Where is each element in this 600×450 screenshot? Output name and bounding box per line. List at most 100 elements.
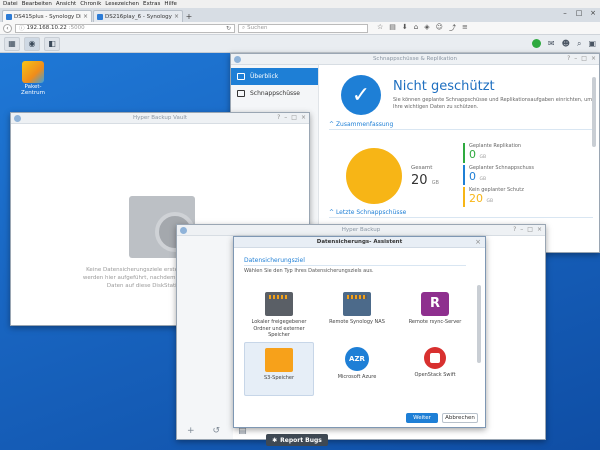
- cancel-button[interactable]: Abbrechen: [442, 413, 478, 423]
- package-center-icon: [22, 61, 44, 83]
- help-icon[interactable]: ?: [513, 226, 516, 233]
- bug-icon: ✱: [272, 436, 278, 444]
- scrollbar[interactable]: [477, 285, 481, 363]
- toolbar-icons: ☆ ▤ ⬇ ⌂ ◈ ☺ ⤴ ≡: [377, 23, 468, 33]
- azure-icon: AZR: [345, 347, 369, 371]
- sidebar-item-snapshots[interactable]: Schnappschüsse: [231, 85, 318, 102]
- close-icon[interactable]: ×: [301, 114, 306, 121]
- legend-unprotected: Kein geplanter Schutz 20 GB: [463, 187, 524, 207]
- close-icon[interactable]: ×: [475, 238, 481, 246]
- help-icon[interactable]: ?: [567, 55, 570, 62]
- legend-snapshot: Geplanter Schnappschuss 0 GB: [463, 165, 534, 185]
- share-icon[interactable]: ⤴: [449, 23, 456, 33]
- openstack-icon: [424, 347, 446, 369]
- desktop-icon-label: Paket- Zentrum: [21, 84, 45, 96]
- tab-ds415plus[interactable]: DS415plus - Synology Disk... ×: [2, 10, 92, 22]
- close-icon[interactable]: ×: [586, 8, 600, 20]
- hyper-backup-vault-taskbar-icon[interactable]: ◉: [24, 36, 40, 51]
- report-bugs-button[interactable]: ✱ Report Bugs: [266, 434, 328, 446]
- rsync-icon: R: [421, 292, 449, 316]
- total-value: 20 GB: [411, 173, 439, 188]
- summary-section-header[interactable]: ^ Zusammenfassung: [329, 121, 393, 128]
- synology-favicon-icon: [6, 13, 12, 20]
- s3-icon: [265, 348, 293, 372]
- menu-ansicht[interactable]: Ansicht: [56, 1, 76, 7]
- checkmark-shield-icon: ✓: [341, 75, 381, 115]
- scrollbar[interactable]: [592, 77, 596, 147]
- dsm-tray: ✉ ☻ ⌕ ▣: [531, 39, 596, 49]
- maximize-icon[interactable]: □: [291, 114, 297, 121]
- new-tab-button[interactable]: +: [184, 10, 194, 22]
- url-bar[interactable]: ⓘ 192.168.10.22:5000 ↻: [15, 23, 235, 33]
- package-center-desktop-icon[interactable]: Paket- Zentrum: [18, 61, 48, 96]
- menu-datei[interactable]: Datei: [3, 1, 18, 7]
- option-remote-synology[interactable]: Remote Synology NAS: [322, 287, 392, 341]
- bookmark-star-icon[interactable]: ☆: [377, 23, 383, 33]
- close-icon[interactable]: ×: [537, 226, 542, 233]
- option-openstack-swift[interactable]: OpenStack Swift: [400, 342, 470, 396]
- close-icon[interactable]: ×: [591, 55, 596, 62]
- window-controls: – □ ×: [558, 8, 600, 20]
- sidebar-item-overview[interactable]: Überblick: [231, 68, 318, 85]
- hamburger-menu-icon[interactable]: ≡: [462, 23, 468, 33]
- reader-icon[interactable]: ▤: [389, 23, 396, 33]
- search-input[interactable]: ⌕ Suchen: [238, 23, 368, 33]
- backup-status-icon[interactable]: [531, 39, 541, 48]
- minimize-icon[interactable]: –: [558, 8, 572, 20]
- search-icon[interactable]: ⌕: [577, 39, 581, 49]
- menu-bar: Datei Bearbeiten Ansicht Chronik Lesezei…: [0, 0, 600, 8]
- tab-ds216play[interactable]: DS216play_6 - Synology Dis... ×: [93, 10, 183, 22]
- option-local-storage[interactable]: Lokaler freigegebener Ordner und externe…: [244, 287, 314, 341]
- minimize-icon[interactable]: –: [284, 114, 287, 121]
- vault-app-icon: [14, 115, 21, 122]
- menu-extras[interactable]: Extras: [143, 1, 160, 7]
- snapshot-app-icon: [234, 56, 241, 63]
- menu-bearbeiten[interactable]: Bearbeiten: [22, 1, 52, 7]
- maximize-icon[interactable]: □: [572, 8, 586, 20]
- chat-icon[interactable]: ✉: [548, 39, 555, 48]
- window-controls: ? – □ ×: [567, 55, 596, 62]
- option-azure[interactable]: AZR Microsoft Azure: [322, 342, 392, 396]
- minimize-icon[interactable]: –: [574, 55, 577, 62]
- add-task-icon[interactable]: +: [187, 426, 195, 436]
- snapshot-replication-taskbar-icon[interactable]: ◧: [44, 36, 60, 51]
- divider: [329, 129, 593, 130]
- user-icon[interactable]: ☻: [562, 39, 570, 48]
- search-icon: ⌕: [242, 24, 246, 31]
- download-icon[interactable]: ⬇: [402, 23, 408, 33]
- help-icon[interactable]: ?: [277, 114, 280, 121]
- reload-icon[interactable]: ↻: [226, 25, 231, 32]
- wizard-subtitle: Datensicherungsziel: [244, 257, 305, 264]
- pocket-icon[interactable]: ◈: [424, 23, 429, 33]
- next-button[interactable]: Weiter: [406, 413, 438, 423]
- menu-chronik[interactable]: Chronik: [80, 1, 101, 7]
- menu-hilfe[interactable]: Hilfe: [164, 1, 177, 7]
- dsm-taskbar: ▦ ◉ ◧ ✉ ☻ ⌕ ▣: [0, 35, 600, 53]
- smiley-icon[interactable]: ☺: [436, 23, 443, 33]
- widgets-icon[interactable]: ▣: [588, 39, 596, 48]
- close-tab-icon[interactable]: ×: [174, 13, 179, 20]
- close-tab-icon[interactable]: ×: [83, 13, 88, 20]
- back-icon[interactable]: ‹: [3, 23, 12, 33]
- maximize-icon[interactable]: □: [527, 226, 533, 233]
- restore-icon[interactable]: ↺: [213, 426, 221, 436]
- protection-status-desc: Sie können geplante Schnappschüsse und R…: [393, 97, 593, 110]
- minimize-icon[interactable]: –: [520, 226, 523, 233]
- window-controls: ? – □ ×: [277, 114, 306, 121]
- maximize-icon[interactable]: □: [581, 55, 587, 62]
- menu-lesezeichen[interactable]: Lesezeichen: [105, 1, 139, 7]
- divider: [329, 217, 593, 218]
- remote-nas-icon: [343, 292, 371, 316]
- local-nas-icon: [265, 292, 293, 316]
- wizard-titlebar: Datensicherungs- Assistent ×: [234, 237, 485, 248]
- option-rsync[interactable]: R Remote rsync-Server: [400, 287, 470, 341]
- info-icon: ⓘ: [19, 26, 25, 32]
- hyper-backup-app-icon: [180, 227, 187, 234]
- home-icon[interactable]: ⌂: [414, 23, 418, 33]
- recent-snapshots-header[interactable]: ^ Letzte Schnappschüsse: [329, 209, 406, 216]
- main-menu-icon[interactable]: ▦: [4, 36, 20, 51]
- option-s3[interactable]: S3-Speicher: [244, 342, 314, 396]
- url-port: :5000: [68, 25, 85, 31]
- navigation-bar: ‹ ⓘ 192.168.10.22:5000 ↻ ⌕ Suchen ☆ ▤ ⬇ …: [0, 22, 600, 35]
- protection-status-title: Nicht geschützt: [393, 79, 495, 94]
